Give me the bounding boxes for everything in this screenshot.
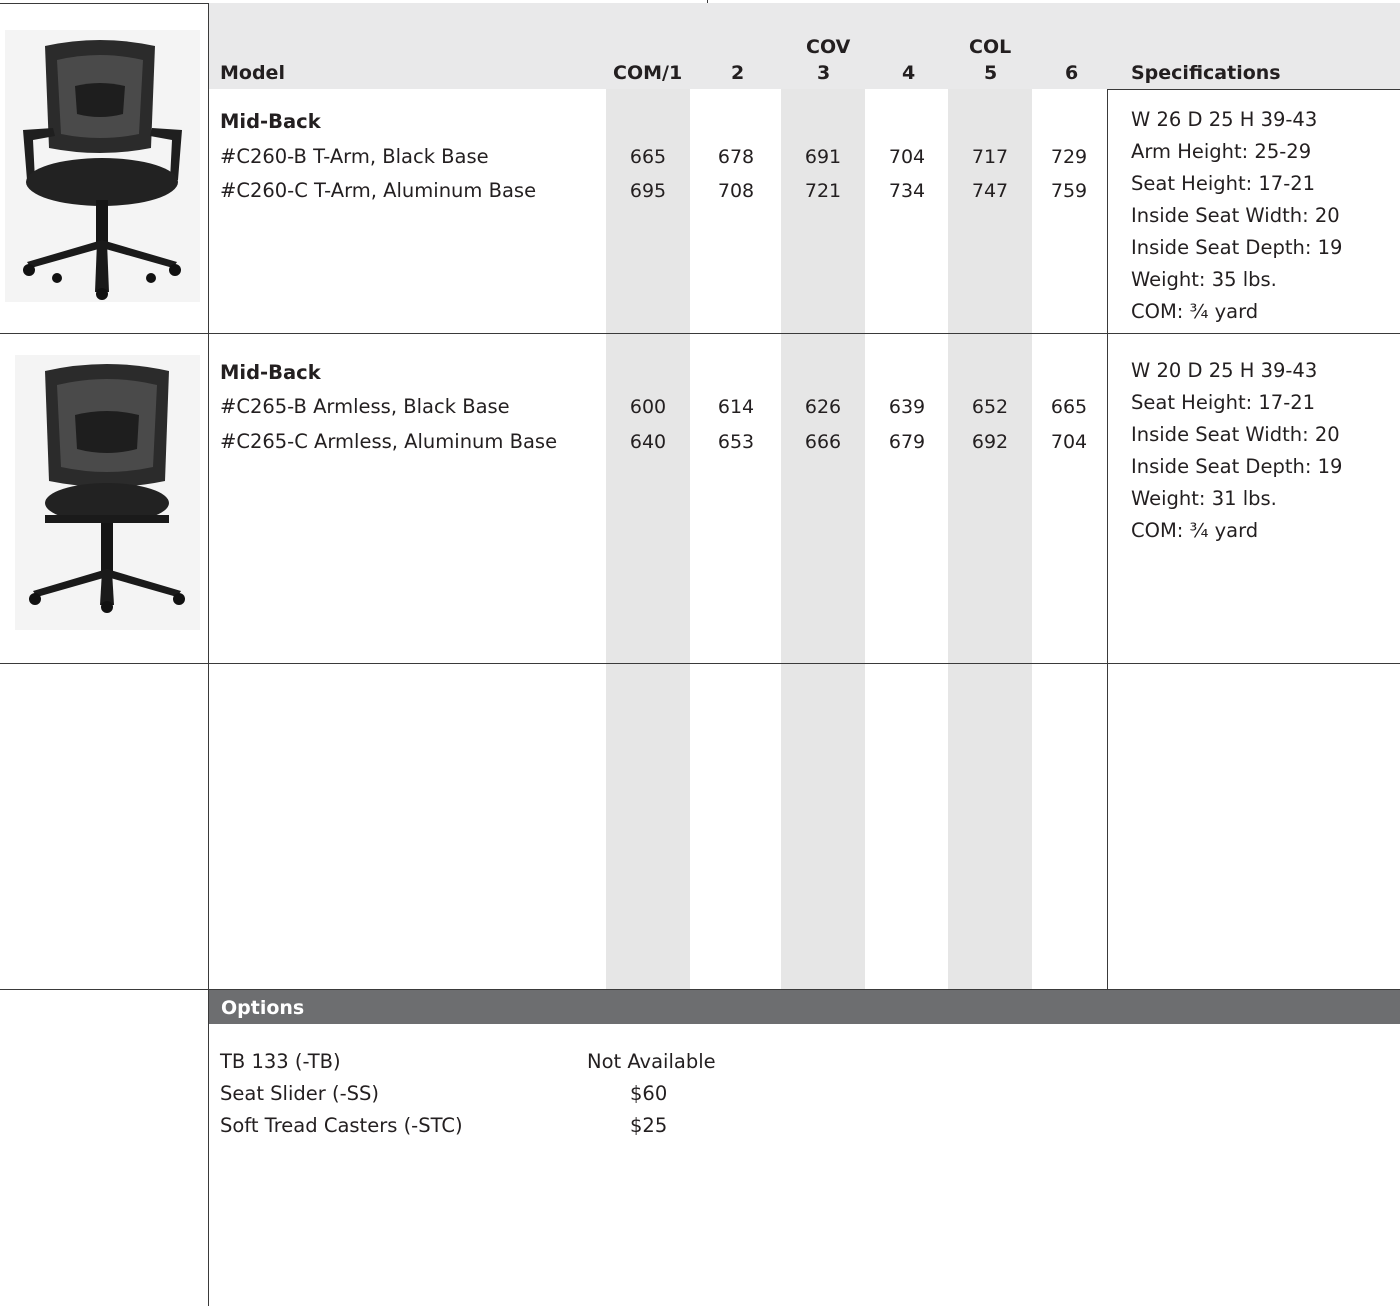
price-cell: 708 [717,180,755,202]
price-cell: 721 [804,180,842,202]
price-cell: 717 [971,146,1009,168]
product-1-specs: W 26 D 25 H 39-43 Arm Height: 25-29 Seat… [1131,104,1342,328]
price-cell: 704 [1050,431,1088,453]
price-cell: 692 [971,431,1009,453]
option-price: $25 [630,1114,668,1137]
spec-line: Inside Seat Depth: 19 [1131,455,1343,478]
header-col: COL [969,36,1012,58]
price-cell: 614 [717,396,755,418]
price-cell: 678 [717,146,755,168]
price-cell: 665 [629,146,667,168]
price-cell: 734 [888,180,926,202]
options-header-bar [209,990,1400,1024]
header-grade-2: 2 [731,62,745,84]
column-shade-5 [948,89,1032,990]
product-1-row-2-label: #C260-C T-Arm, Aluminum Base [220,179,537,202]
price-cell: 704 [888,146,926,168]
spec-line: Weight: 35 lbs. [1131,268,1277,291]
chair-armless-illustration [29,364,185,613]
option-price: Not Available [587,1050,716,1073]
price-cell: 665 [1050,396,1088,418]
option-label: Seat Slider (-SS) [220,1082,379,1105]
row-divider-1 [0,333,1400,334]
header-bottom-rule [1107,89,1400,90]
header-model: Model [220,62,285,84]
row-divider-2 [0,663,1400,664]
header-grade-3: 3 [817,62,831,84]
price-cell: 666 [804,431,842,453]
specs-column-rule [1107,89,1108,990]
price-cell: 640 [629,431,667,453]
price-cell: 729 [1050,146,1088,168]
chair-t-arm-image [5,30,200,302]
spec-line: Weight: 31 lbs. [1131,487,1277,510]
spec-line: W 20 D 25 H 39-43 [1131,359,1318,382]
product-2-row-1-label: #C265-B Armless, Black Base [220,395,510,418]
price-cell: 679 [888,431,926,453]
price-cell: 626 [804,396,842,418]
option-price: $60 [630,1082,668,1105]
spec-line: Inside Seat Depth: 19 [1131,236,1343,259]
price-cell: 747 [971,180,1009,202]
price-cell: 759 [1050,180,1088,202]
spec-line: Seat Height: 17-21 [1131,172,1316,195]
header-grade-6: 6 [1065,62,1079,84]
spec-line: COM: ³⁄₄ yard [1131,300,1259,323]
price-cell: 691 [804,146,842,168]
column-shade-3 [781,89,865,990]
price-cell: 639 [888,396,926,418]
header-specifications: Specifications [1131,62,1281,84]
price-cell: 695 [629,180,667,202]
spec-line: Seat Height: 17-21 [1131,391,1316,414]
header-grade-4: 4 [902,62,916,84]
options-title: Options [221,997,305,1019]
price-cell: 653 [717,431,755,453]
chair-armless-image [15,355,200,630]
spec-line: W 26 D 25 H 39-43 [1131,108,1318,131]
price-cell: 652 [971,396,1009,418]
spec-line: Inside Seat Width: 20 [1131,204,1340,227]
product-1-row-1-label: #C260-B T-Arm, Black Base [220,145,489,168]
header-grade-1: COM/1 [613,62,683,84]
product-2-title: Mid-Back [220,361,321,384]
column-shade-com1 [606,89,690,990]
option-label: Soft Tread Casters (-STC) [220,1114,463,1137]
product-2-row-2-label: #C265-C Armless, Aluminum Base [220,430,558,453]
top-rule-left [0,3,209,4]
header-grade-5: 5 [984,62,998,84]
spec-line: Inside Seat Width: 20 [1131,423,1340,446]
chair-t-arm-illustration [23,40,182,300]
header-cov: COV [806,36,851,58]
product-1-title: Mid-Back [220,110,321,133]
price-cell: 600 [629,396,667,418]
spec-line: Arm Height: 25-29 [1131,140,1312,163]
left-column-rule [208,3,209,1306]
option-label: TB 133 (-TB) [220,1050,341,1073]
spec-line: COM: ³⁄₄ yard [1131,519,1259,542]
product-2-specs: W 20 D 25 H 39-43 Seat Height: 17-21 Ins… [1131,355,1342,547]
